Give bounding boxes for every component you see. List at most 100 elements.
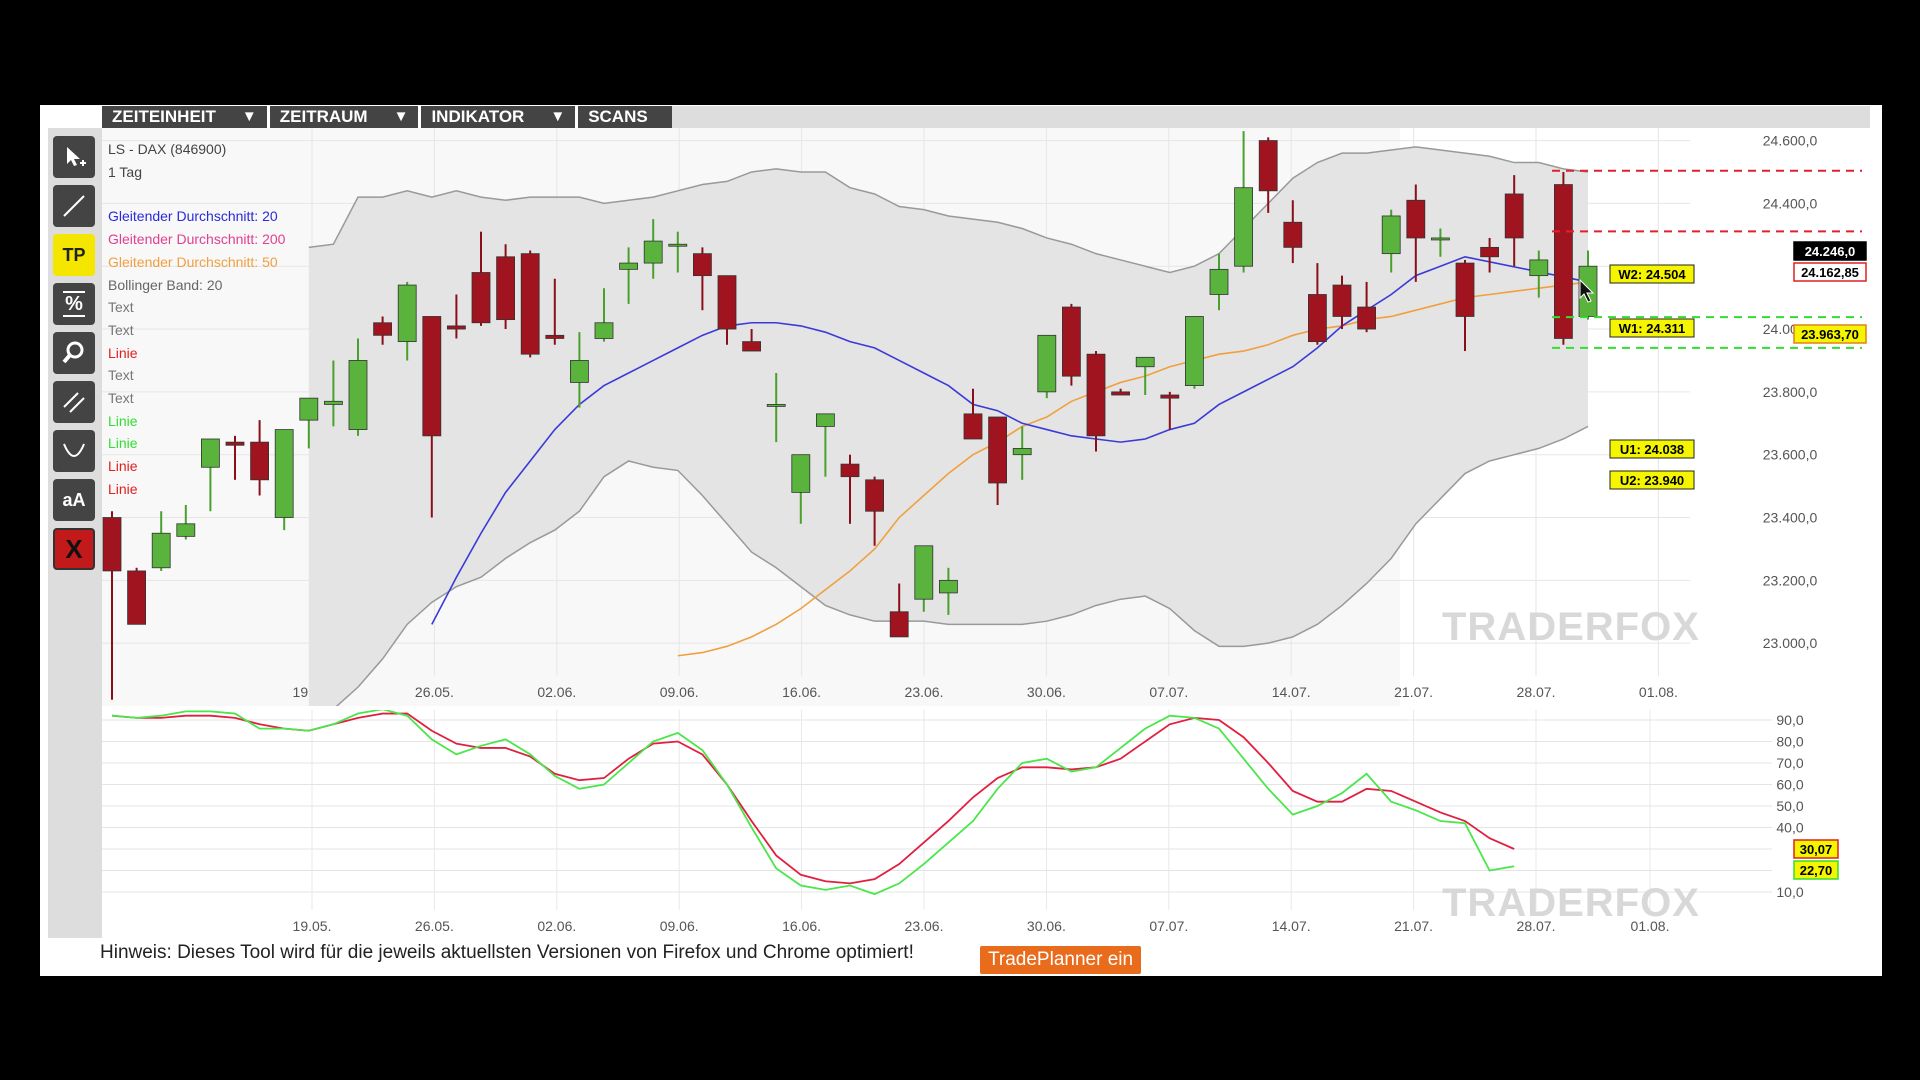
candle-body xyxy=(1283,221,1303,248)
candle-body xyxy=(1209,268,1229,295)
x-tick-label: 07.07. xyxy=(1149,684,1188,700)
pointer-tool-button[interactable] xyxy=(53,136,95,178)
x-tick-label: 30.06. xyxy=(1027,918,1066,934)
candle-body xyxy=(939,579,958,594)
oscillator-chart[interactable]: 19.05. 26.05. 02.06. 09.06. 16.06. 23.06. 30.0… xyxy=(102,710,1870,940)
legend-entry[interactable]: Text xyxy=(108,319,285,342)
menu-bar-filler xyxy=(672,106,1870,128)
candle-body xyxy=(446,325,466,330)
timeframe-label: 1 Tag xyxy=(108,163,142,180)
candle-body xyxy=(1431,237,1450,241)
x-tick-label: 07.07. xyxy=(1149,918,1188,934)
chart-legend: LS - DAX (846900) 1 Tag Gleitender Durch… xyxy=(108,138,285,501)
dropdown-arrow-icon: ▼ xyxy=(393,108,409,125)
candle-body xyxy=(1554,184,1573,339)
candle-body xyxy=(1308,294,1327,343)
curve-tool-button[interactable] xyxy=(53,430,95,472)
y-tick-label: 24.400,0 xyxy=(1763,195,1818,211)
candle-body xyxy=(496,256,516,321)
x-tick-label: 19.05. xyxy=(293,918,332,934)
candle-body xyxy=(1086,353,1106,437)
candle-body xyxy=(963,413,983,440)
y-tick-label: 10,0 xyxy=(1776,884,1803,900)
level-label[interactable]: U1: 24.038 xyxy=(1609,439,1695,459)
y-tick-label: 23.200,0 xyxy=(1763,572,1818,588)
menu-zeitraum[interactable]: ZEITRAUM ▼ xyxy=(269,106,419,128)
legend-entry[interactable]: Linie xyxy=(108,432,285,455)
candle-body xyxy=(1111,391,1130,396)
delete-tool-button[interactable]: X xyxy=(53,528,95,570)
candle-body xyxy=(840,463,860,478)
x-tick-label: 09.06. xyxy=(660,684,699,700)
dropdown-arrow-icon: ▼ xyxy=(241,108,257,125)
legend-entry[interactable]: Text xyxy=(108,387,285,410)
candle-body xyxy=(397,284,417,343)
y-tick-label: 23.000,0 xyxy=(1763,635,1818,651)
level-label-text: W1: 24.311 xyxy=(1619,321,1686,336)
candle-body xyxy=(1037,334,1057,393)
y-tick-label: 40,0 xyxy=(1776,820,1803,836)
percent-icon: % xyxy=(63,291,85,317)
menu-label: ZEITRAUM xyxy=(279,107,368,126)
x-tick-label: 16.06. xyxy=(782,918,821,934)
text-tool-label: aA xyxy=(62,489,86,510)
legend-entry[interactable]: Gleitender Durchschnitt: 20 xyxy=(108,205,285,228)
candle-body xyxy=(1012,448,1032,456)
x-tick-label: 26.05. xyxy=(415,684,454,700)
value-tag-text: 22,70 xyxy=(1800,863,1833,878)
legend-entry[interactable]: Gleitender Durchschnitt: 200 xyxy=(108,228,285,251)
legend-entry[interactable]: Text xyxy=(108,364,285,387)
candle-body xyxy=(889,611,909,638)
candle-body xyxy=(643,240,663,264)
candle-body xyxy=(299,397,319,421)
candle-body xyxy=(102,517,122,572)
parallel-lines-tool-button[interactable] xyxy=(53,381,95,423)
menu-label: INDIKATOR xyxy=(431,107,525,126)
legend-entry[interactable]: Linie xyxy=(108,410,285,433)
candle-body xyxy=(1332,284,1352,317)
x-tick-label: 09.06. xyxy=(660,918,699,934)
level-label[interactable]: U2: 23.940 xyxy=(1609,470,1695,490)
candle-body xyxy=(766,404,786,407)
price-tag-text: 23.963,70 xyxy=(1801,327,1859,342)
candle-body xyxy=(1357,306,1376,330)
candle-body xyxy=(373,322,393,336)
candle-body xyxy=(127,570,147,625)
candle-body xyxy=(988,416,1007,484)
legend-entry[interactable]: Linie xyxy=(108,455,285,478)
candle-body xyxy=(176,523,196,537)
text-tool-button[interactable]: aA xyxy=(53,479,95,521)
tradeplanner-tool-button[interactable]: TP xyxy=(53,234,95,276)
tradeplanner-button[interactable]: TradePlanner ein xyxy=(980,946,1142,974)
tradeplanner-tool-label: TP xyxy=(62,244,86,265)
legend-entry[interactable]: Text xyxy=(108,296,285,319)
menu-indikator[interactable]: INDIKATOR ▼ xyxy=(421,106,576,128)
candle-body xyxy=(742,341,761,352)
candle-body xyxy=(914,545,934,600)
x-tick-label: 28.07. xyxy=(1517,684,1556,700)
legend-entry[interactable]: Linie xyxy=(108,342,285,365)
line-tool-button[interactable] xyxy=(53,185,95,227)
y-tick-label: 23.600,0 xyxy=(1763,447,1818,463)
delete-icon: X xyxy=(65,533,83,564)
level-label[interactable]: W1: 24.311 xyxy=(1609,318,1695,338)
y-tick-label: 60,0 xyxy=(1776,777,1803,793)
candle-body xyxy=(1160,394,1180,399)
level-label-text: U1: 24.038 xyxy=(1620,442,1684,457)
legend-entry[interactable]: Bollinger Band: 20 xyxy=(108,274,285,297)
value-tag-text: 30,07 xyxy=(1800,842,1833,857)
legend-entry[interactable]: Linie xyxy=(108,478,285,501)
candle-body xyxy=(471,272,491,324)
candle-body xyxy=(1406,199,1426,239)
x-tick-label: 16.06. xyxy=(782,684,821,700)
candle-body xyxy=(816,413,835,427)
legend-entry[interactable]: Gleitender Durchschnitt: 50 xyxy=(108,251,285,274)
percent-tool-button[interactable]: % xyxy=(53,283,95,325)
candle-body xyxy=(1258,140,1278,192)
candle-body xyxy=(865,479,884,512)
price-tag: 23.963,70 xyxy=(1793,324,1867,344)
menu-zeiteinheit[interactable]: ZEITEINHEIT ▼ xyxy=(102,106,267,128)
level-label[interactable]: W2: 24.504 xyxy=(1609,264,1695,284)
price-chart[interactable]: 19.05.26.05.02.06.09.06.16.06.23.06.30.0… xyxy=(102,128,1870,706)
zoom-tool-button[interactable] xyxy=(53,332,95,374)
